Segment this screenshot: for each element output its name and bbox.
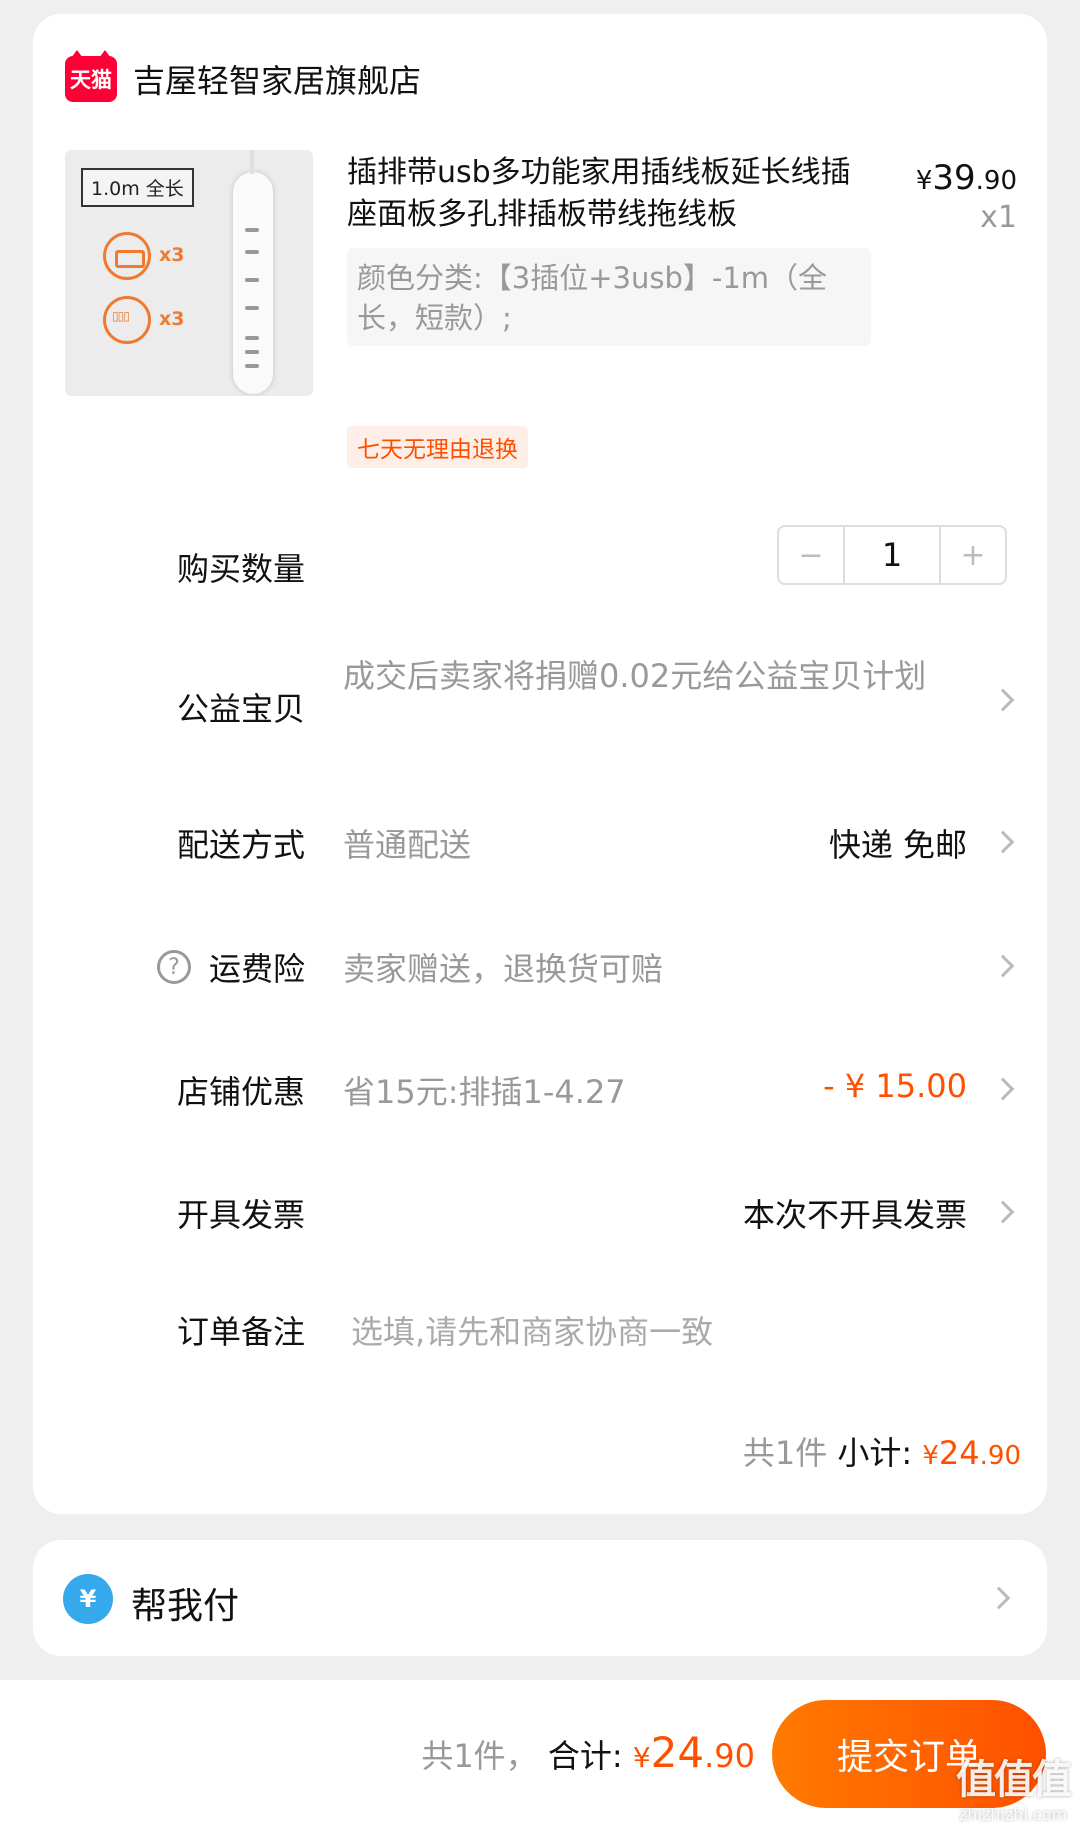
socket-count-label: x3 [159,308,185,330]
order-note-input[interactable]: 选填,请先和商家协商一致 [351,1307,713,1353]
help-me-pay-label: 帮我付 [131,1586,240,1627]
total-amount: ¥24.90 [632,1728,755,1777]
shop-discount-amount: - ¥ 15.00 [823,1067,967,1105]
invoice-label: 开具发票 [176,1196,305,1234]
power-strip-illustration [233,150,273,394]
chevron-right-icon [991,954,1015,978]
invoice-row[interactable]: 开具发票 本次不开具发票 [33,1190,1047,1240]
socket-icon [103,296,151,344]
chevron-right-icon [987,1586,1011,1610]
order-note-row: 订单备注 选填,请先和商家协商一致 [33,1307,1047,1357]
total-count: 共1件， [421,1737,538,1775]
return-policy-badge: 七天无理由退换 [347,426,528,468]
shop-discount-row[interactable]: 店铺优惠 省15元:排插1-4.27 - ¥ 15.00 [33,1067,1047,1117]
order-card: 天猫 吉屋轻智家居旗舰店 1.0m 全长 x3 x3 插排带usb多功能家用插线… [33,14,1047,1514]
usb-port-icon [103,232,151,280]
invoice-value: 本次不开具发票 [742,1196,967,1234]
usb-count-label: x3 [159,244,185,266]
chevron-right-icon [991,688,1015,712]
yen-icon: ¥ [63,1574,113,1624]
delivery-value: 普通配送 [343,826,472,864]
shop-name[interactable]: 吉屋轻智家居旗舰店 [133,56,421,102]
shop-discount-label: 店铺优惠 [176,1073,305,1111]
shipping-insurance-row[interactable]: ? 运费险 卖家赠送，退换货可赔 [33,944,1047,994]
shop-header[interactable]: 天猫 吉屋轻智家居旗舰店 [65,50,421,102]
quantity-label: 购买数量 [176,550,305,588]
bottom-checkout-bar: 共1件， 合计: ¥24.90 提交订单 值值值 zhizhizhi.com [0,1680,1080,1828]
watermark: 值值值 zhizhizhi.com [956,1757,1072,1824]
image-length-label: 1.0m 全长 [81,168,194,207]
order-note-label: 订单备注 [176,1313,305,1351]
sku-selector[interactable]: 颜色分类:【3插位+3usb】-1m（全长，短款）; [347,248,871,346]
product-title[interactable]: 插排带usb多功能家用插线板延长线插座面板多孔排插板带线拖线板 [347,152,867,236]
subtotal: 共1件 小计: ¥24.90 [743,1428,1021,1474]
charity-row[interactable]: 公益宝贝 成交后卖家将捐赠0.02元给公益宝贝计划 [33,654,1047,754]
total-label: 合计: [547,1737,623,1775]
product-quantity: x1 [980,200,1017,235]
shipping-insurance-label: 运费险 [208,950,305,988]
quantity-stepper[interactable]: − 1 + [777,525,1007,585]
chevron-right-icon [991,830,1015,854]
order-total: 共1件， 合计: ¥24.90 [421,1728,755,1777]
charity-value: 成交后卖家将捐赠0.02元给公益宝贝计划 [343,657,927,695]
subtotal-count: 共1件 [742,1434,828,1472]
product-price: ¥39.90 [915,158,1017,198]
subtotal-label: 小计: [837,1434,913,1472]
question-icon[interactable]: ? [157,950,191,984]
minus-icon[interactable]: − [779,527,843,583]
charity-label: 公益宝贝 [176,690,305,728]
chevron-right-icon [991,1200,1015,1224]
subtotal-amount: ¥24.90 [922,1434,1021,1472]
product-image[interactable]: 1.0m 全长 x3 x3 [65,150,313,396]
shipping-insurance-value: 卖家赠送，退换货可赔 [343,950,664,988]
tmall-icon: 天猫 [65,50,117,102]
delivery-label: 配送方式 [176,826,305,864]
delivery-row[interactable]: 配送方式 普通配送 快递 免邮 [33,820,1047,870]
delivery-method: 快递 免邮 [828,826,967,864]
chevron-right-icon [991,1077,1015,1101]
quantity-value[interactable]: 1 [843,527,941,583]
help-me-pay-row[interactable]: ¥ 帮我付 [33,1540,1047,1656]
shop-discount-value: 省15元:排插1-4.27 [343,1073,626,1111]
plus-icon[interactable]: + [941,527,1005,583]
